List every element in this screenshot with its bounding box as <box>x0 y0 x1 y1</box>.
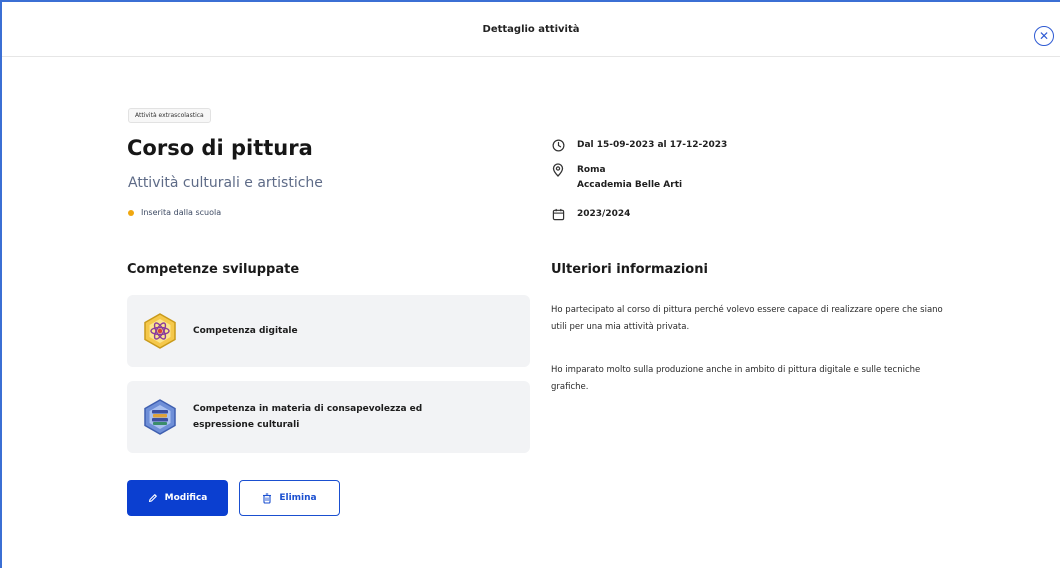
edit-button[interactable]: Modifica <box>127 480 228 516</box>
modal-header: Dettaglio attività ✕ <box>2 2 1060 57</box>
modal-title: Dettaglio attività <box>482 23 580 35</box>
clock-icon <box>551 138 565 152</box>
trash-icon <box>262 492 272 504</box>
status-indicator: Inserita dalla scuola <box>128 208 221 217</box>
pencil-icon <box>148 493 158 503</box>
competence-card-cultural: Competenza in materia di consapevolezza … <box>127 381 530 453</box>
close-icon: ✕ <box>1038 29 1050 43</box>
school-year-text: 2023/2024 <box>577 209 631 219</box>
activity-type-badge: Attività extrascolastica <box>128 108 211 123</box>
close-button[interactable]: ✕ <box>1034 26 1054 46</box>
competence-label: Competenza in materia di consapevolezza … <box>193 404 423 430</box>
digital-competence-icon <box>141 312 179 350</box>
location-pin-icon <box>551 163 565 177</box>
status-text: Inserita dalla scuola <box>141 208 222 217</box>
more-info-paragraph: Ho imparato molto sulla produzione anche… <box>551 365 921 392</box>
place-text: Accademia Belle Arti <box>577 180 683 190</box>
competence-label: Competenza digitale <box>193 326 298 336</box>
dates-text: Dal 15-09-2023 al 17-12-2023 <box>577 140 728 150</box>
location-row: Roma Accademia Belle Arti <box>551 163 682 193</box>
edit-button-label: Modifica <box>164 493 208 503</box>
more-info-paragraph: Ho partecipato al corso di pittura perch… <box>551 305 943 332</box>
more-info-heading: Ulteriori informazioni <box>551 262 708 277</box>
city-text: Roma <box>577 165 606 175</box>
competences-heading: Competenze sviluppate <box>127 262 300 277</box>
delete-button-label: Elimina <box>279 493 317 503</box>
delete-button[interactable]: Elimina <box>239 480 340 516</box>
dates-row: Dal 15-09-2023 al 17-12-2023 <box>551 138 727 153</box>
calendar-icon <box>551 207 565 221</box>
competence-card-digital: Competenza digitale <box>127 295 530 367</box>
activity-title: Corso di pittura <box>127 136 313 160</box>
school-year-row: 2023/2024 <box>551 207 630 222</box>
activity-category: Attività culturali e artistiche <box>128 175 323 191</box>
cultural-competence-icon <box>141 398 179 436</box>
status-dot-icon <box>128 209 134 216</box>
